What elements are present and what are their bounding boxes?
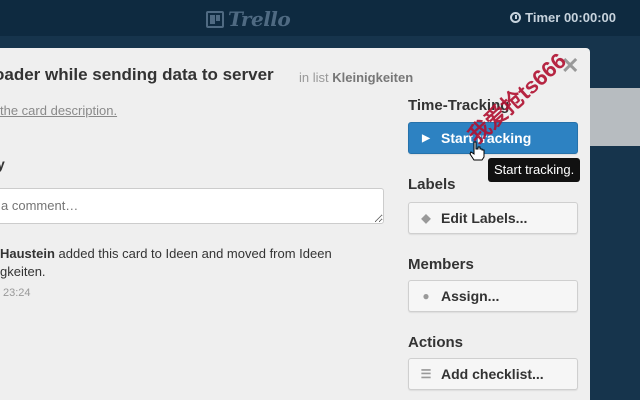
timer-display[interactable]: Timer 00:00:00 <box>510 10 616 25</box>
tag-icon: ◆ <box>421 211 431 225</box>
activity-user[interactable]: Haustein <box>0 246 55 261</box>
timer-text: Timer 00:00:00 <box>525 10 616 25</box>
assign-button[interactable]: ● Assign... <box>408 280 578 312</box>
edit-description-link[interactable]: the card description. <box>0 103 117 118</box>
activity-text: added this card to Ideen and moved from … <box>58 246 332 261</box>
add-checklist-button[interactable]: ☰ Add checklist... <box>408 358 578 390</box>
activity-heading: y <box>0 156 5 172</box>
activity-time[interactable]: 23:24 <box>3 287 31 299</box>
members-heading: Members <box>408 256 474 273</box>
edit-labels-button[interactable]: ◆ Edit Labels... <box>408 202 578 234</box>
play-icon: ▶ <box>422 132 430 144</box>
clock-icon <box>510 12 522 23</box>
add-checklist-label: Add checklist... <box>441 366 544 382</box>
activity-entry: Haustein added this card to Ideen and mo… <box>0 245 380 281</box>
in-list-prefix: in list <box>299 70 329 85</box>
background-list <box>590 88 640 146</box>
comment-input[interactable] <box>0 188 384 224</box>
logo-text: Trello <box>228 7 291 31</box>
trello-logo[interactable]: Trello <box>206 7 291 31</box>
list-info: in list Kleinigkeiten <box>299 70 413 85</box>
assign-label: Assign... <box>441 288 500 304</box>
header-bar: Trello Timer 00:00:00 <box>0 0 640 36</box>
activity-text-continued: gkeiten. <box>0 264 46 279</box>
card-title[interactable]: oader while sending data to server <box>0 65 274 85</box>
edit-labels-label: Edit Labels... <box>441 210 528 226</box>
user-icon: ● <box>422 289 430 303</box>
checklist-icon: ☰ <box>420 367 432 381</box>
start-tracking-tooltip: Start tracking. <box>488 158 581 182</box>
trello-board-icon <box>206 10 224 28</box>
list-name-link[interactable]: Kleinigkeiten <box>332 70 413 85</box>
labels-heading: Labels <box>408 176 456 193</box>
actions-heading: Actions <box>408 334 464 351</box>
